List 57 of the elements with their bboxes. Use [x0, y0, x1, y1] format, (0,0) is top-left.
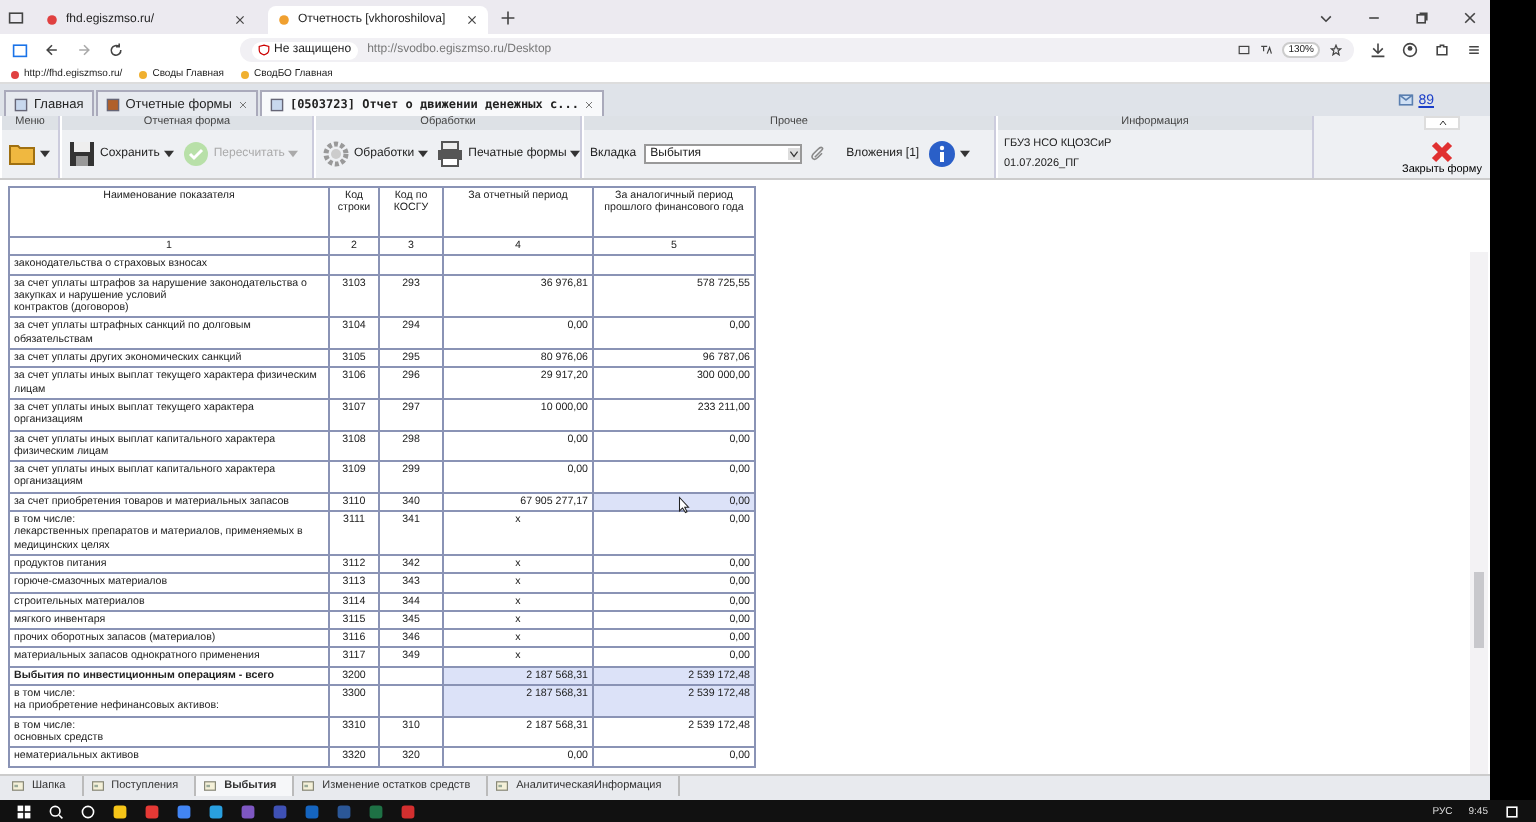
close-icon[interactable] — [234, 14, 246, 26]
table-cell — [379, 255, 443, 275]
check-icon — [181, 140, 210, 168]
notification-icon[interactable] — [1504, 803, 1520, 819]
chevron-up-icon — [1437, 118, 1447, 128]
paperclip-icon[interactable] — [810, 146, 827, 162]
caret-icon — [40, 150, 50, 158]
close-icon[interactable] — [1462, 9, 1478, 25]
start-icon[interactable] — [16, 803, 32, 819]
download-icon[interactable] — [1370, 42, 1386, 58]
sheet-icon — [12, 780, 24, 792]
extensions-icon[interactable] — [1434, 42, 1450, 58]
search-icon[interactable] — [48, 803, 64, 819]
site-icon — [278, 14, 290, 26]
printer-icon — [436, 140, 465, 168]
sheet-icon — [302, 780, 315, 792]
info-icon — [927, 140, 956, 168]
menu-button[interactable] — [8, 140, 50, 168]
sheet-icon — [204, 780, 217, 792]
star-icon[interactable] — [1330, 44, 1342, 56]
caret-icon — [163, 150, 174, 158]
profile-icon[interactable] — [1402, 42, 1418, 58]
site-icon — [46, 14, 58, 26]
close-icon[interactable] — [237, 99, 248, 109]
restore-icon[interactable] — [1414, 9, 1430, 25]
sidebar-icon[interactable] — [12, 42, 28, 58]
sheet-icon — [496, 780, 509, 792]
folder-icon — [8, 140, 36, 168]
bookmark-icon — [240, 69, 251, 79]
screenshot-icon[interactable] — [1238, 44, 1251, 56]
table-cell — [329, 255, 379, 275]
shield-icon — [258, 44, 270, 56]
caret-icon — [418, 150, 429, 158]
task-view-icon[interactable] — [80, 803, 96, 819]
close-icon[interactable] — [584, 99, 595, 109]
close-icon[interactable] — [466, 14, 478, 26]
tab-list-icon[interactable] — [8, 9, 24, 25]
table-cell[interactable] — [443, 255, 593, 275]
back-icon[interactable] — [44, 42, 60, 58]
caret-icon — [288, 150, 299, 158]
gear-icon — [322, 140, 350, 168]
table-cell[interactable] — [593, 255, 755, 275]
dropdown-icon — [788, 146, 801, 162]
new-tab-icon[interactable] — [500, 9, 516, 25]
sheet-icon — [91, 780, 104, 792]
bookmark-icon — [138, 69, 149, 79]
menu-icon[interactable] — [1466, 42, 1482, 58]
envelope-icon — [1398, 92, 1415, 108]
bookmark-icon — [10, 69, 20, 79]
reload-icon[interactable] — [108, 42, 124, 58]
info-button[interactable] — [927, 140, 970, 168]
translate-icon[interactable] — [1260, 44, 1273, 56]
mouse-pointer-icon — [678, 496, 690, 514]
caret-icon — [570, 150, 581, 158]
caret-icon — [959, 150, 970, 158]
scrollbar[interactable] — [1470, 252, 1488, 774]
close-icon — [1429, 140, 1454, 164]
